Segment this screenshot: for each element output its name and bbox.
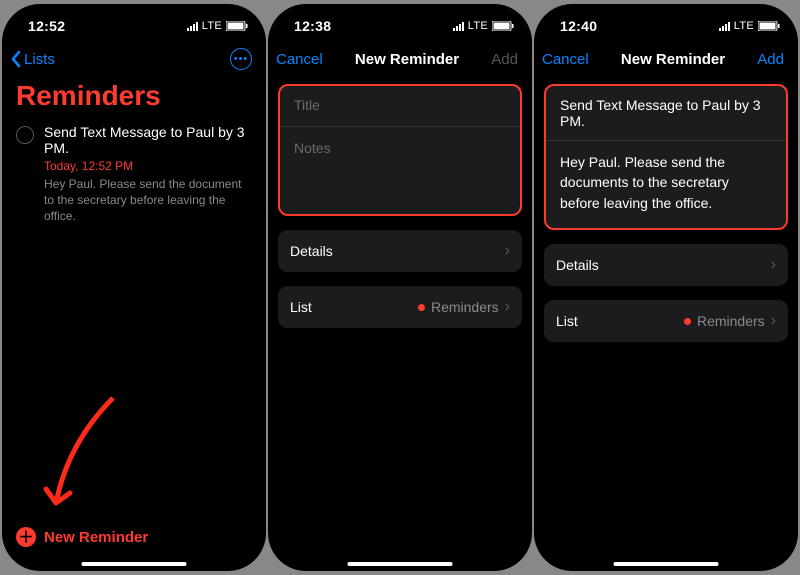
add-button[interactable]: Add [757,51,784,68]
reminder-item[interactable]: Send Text Message to Paul by 3 PM. Today… [2,122,266,233]
back-button[interactable]: Lists [10,50,55,68]
list-color-dot-icon [684,318,691,325]
complete-radio[interactable] [16,126,34,144]
new-reminder-label: New Reminder [44,529,148,546]
list-value: Reminders [697,313,765,329]
cancel-button[interactable]: Cancel [276,51,323,68]
battery-icon [758,21,780,31]
reminder-notes: Hey Paul. Please send the document to th… [44,176,252,225]
details-label: Details [556,257,599,273]
status-time: 12:40 [560,18,597,34]
status-time: 12:38 [294,18,331,34]
list-color-dot-icon [418,304,425,311]
modal-title: New Reminder [621,51,725,68]
list-row[interactable]: List Reminders › [278,286,522,328]
list-title: Reminders [2,78,266,122]
cancel-button[interactable]: Cancel [542,51,589,68]
details-label: Details [290,243,333,259]
list-value: Reminders [431,299,499,315]
home-indicator[interactable] [614,562,719,566]
notes-input[interactable]: Hey Paul. Please send the documents to t… [546,140,786,228]
chevron-right-icon: › [771,256,776,274]
add-label: Add [491,51,518,68]
modal-title: New Reminder [355,51,459,68]
back-label: Lists [24,51,55,68]
list-label: List [290,299,312,315]
network-label: LTE [734,20,754,32]
title-input[interactable]: Send Text Message to Paul by 3 PM. [546,86,786,140]
network-label: LTE [202,20,222,32]
reminder-content: Send Text Message to Paul by 3 PM. Today… [44,124,252,225]
list-row[interactable]: List Reminders › [544,300,788,342]
add-button[interactable]: Add [491,51,518,68]
title-notes-card: Send Text Message to Paul by 3 PM. Hey P… [544,84,788,230]
status-bar: 12:40 LTE [534,4,798,40]
nav-bar: Cancel New Reminder Add [268,40,532,78]
status-bar: 12:52 LTE [2,4,266,40]
list-label: List [556,313,578,329]
new-reminder-button[interactable]: ＋ New Reminder [2,517,266,553]
home-indicator[interactable] [82,562,187,566]
reminder-due: Today, 12:52 PM [44,159,252,173]
title-notes-card: Title Notes [278,84,522,216]
title-input[interactable]: Title [280,86,520,126]
status-time: 12:52 [28,18,65,34]
screen-reminders-list: 12:52 LTE Lists ••• Reminders Send Text … [2,4,266,571]
status-indicators: LTE [187,20,248,32]
details-row[interactable]: Details › [544,244,788,286]
ellipsis-icon: ••• [234,53,249,65]
screen-new-reminder-filled: 12:40 LTE Cancel New Reminder Add Send T… [534,4,798,571]
battery-icon [492,21,514,31]
chevron-right-icon: › [771,312,776,330]
screen-new-reminder-empty: 12:38 LTE Cancel New Reminder Add Title … [268,4,532,571]
reminder-title: Send Text Message to Paul by 3 PM. [44,124,252,156]
signal-icon [453,21,464,31]
chevron-left-icon [10,50,22,68]
nav-bar: Cancel New Reminder Add [534,40,798,78]
annotation-arrow-icon [38,393,128,523]
signal-icon [187,21,198,31]
more-button[interactable]: ••• [230,48,252,70]
nav-bar: Lists ••• [2,40,266,78]
add-label: Add [757,51,784,68]
status-indicators: LTE [719,20,780,32]
plus-circle-icon: ＋ [16,527,36,547]
cancel-label: Cancel [542,51,589,68]
status-bar: 12:38 LTE [268,4,532,40]
cancel-label: Cancel [276,51,323,68]
network-label: LTE [468,20,488,32]
battery-icon [226,21,248,31]
details-row[interactable]: Details › [278,230,522,272]
notes-input[interactable]: Notes [280,126,520,214]
status-indicators: LTE [453,20,514,32]
chevron-right-icon: › [505,242,510,260]
chevron-right-icon: › [505,298,510,316]
home-indicator[interactable] [348,562,453,566]
signal-icon [719,21,730,31]
